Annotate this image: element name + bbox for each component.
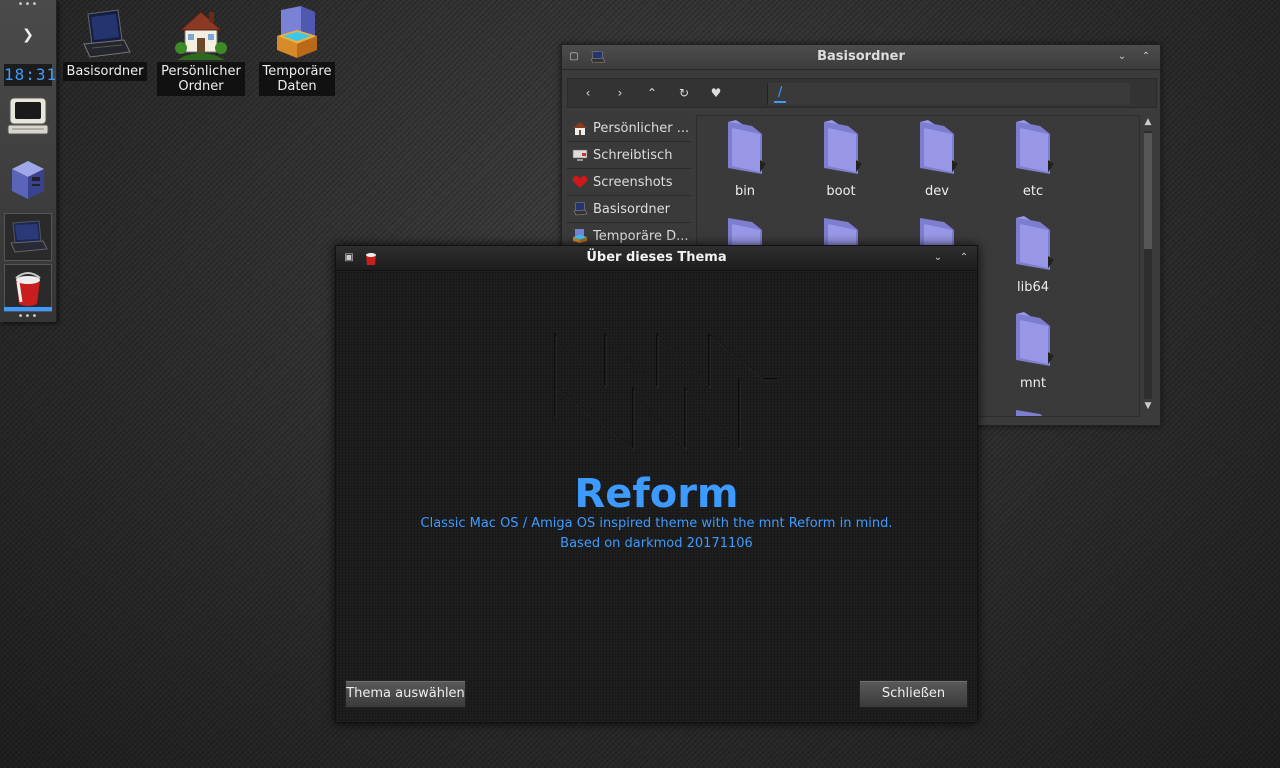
desktop-icon-temporaere-daten[interactable]: Temporäre Daten: [249, 4, 345, 96]
shelf-grip[interactable]: •••: [0, 0, 56, 10]
clock[interactable]: 18:31: [4, 64, 56, 86]
desktop-icon-basisordner[interactable]: Basisordner: [57, 4, 153, 81]
chevron-right-icon: ❯: [22, 27, 34, 43]
desktop-icon-label: Basisordner: [62, 62, 148, 81]
bookmark-button[interactable]: ♥: [700, 79, 732, 107]
theme-description: Classic Mac OS / Amiga OS inspired theme…: [336, 514, 977, 554]
path-segment-root[interactable]: /: [774, 85, 787, 103]
laptop-icon: [10, 220, 48, 253]
sidebar-item-basisordner[interactable]: Basisordner: [567, 196, 691, 223]
scroll-up-button[interactable]: ▲: [1140, 115, 1156, 129]
scroll-thumb[interactable]: [1144, 133, 1152, 249]
file-manager-titlebar[interactable]: ▢ Basisordner ⌄ ⌃: [562, 45, 1160, 70]
mnt-logo: [554, 333, 778, 451]
select-theme-button[interactable]: Thema auswählen: [345, 680, 466, 708]
folder-item[interactable]: bin: [705, 120, 785, 199]
terminal-launcher[interactable]: [4, 92, 52, 140]
theme-based-on: Based on darkmod 20171106: [560, 536, 753, 551]
forward-button[interactable]: ›: [604, 79, 636, 107]
minimize-button[interactable]: ⌄: [1116, 51, 1128, 63]
dock-shelf: ••• ❯ 18:31 •••: [0, 0, 57, 322]
vertical-scrollbar[interactable]: ▲ ▼: [1140, 115, 1156, 415]
computer-cube-icon: [12, 161, 44, 199]
desktop-icon-persoenlicher-ordner[interactable]: Persönlicher Ordner: [153, 4, 249, 96]
about-theme-dialog: ▣ Über dieses Thema ⌄ ⌃ Reform Classic M…: [335, 245, 978, 723]
maximize-button[interactable]: ⌃: [958, 252, 970, 264]
laptop-icon: [571, 201, 589, 217]
folder-icon: [920, 120, 958, 174]
reload-button[interactable]: ↻: [668, 79, 700, 107]
laptop-icon: [83, 9, 131, 58]
scroll-down-button[interactable]: ▼: [1140, 399, 1156, 413]
scroll-track[interactable]: [1144, 131, 1152, 399]
folder-icon: [728, 120, 766, 174]
dialog-title: Über dieses Thema: [586, 250, 727, 265]
terminal-icon: [7, 97, 49, 135]
home-icon: [175, 11, 227, 60]
minimize-button[interactable]: ⌄: [932, 252, 944, 264]
home-icon: [571, 120, 589, 136]
folder-icon: [824, 120, 862, 174]
folder-item[interactable]: [993, 408, 1073, 416]
computer-launcher[interactable]: [4, 156, 52, 204]
theme-launcher[interactable]: [4, 264, 52, 312]
window-title: Basisordner: [817, 49, 905, 64]
shelf-expand-button[interactable]: ❯: [4, 16, 52, 54]
folder-item[interactable]: etc: [993, 120, 1073, 199]
sidebar-item-persoenlicher-ordner[interactable]: Persönlicher ...: [567, 115, 691, 142]
paint-bucket-icon: [15, 272, 41, 306]
sidebar-item-screenshots[interactable]: Screenshots: [567, 169, 691, 196]
folder-item[interactable]: mnt: [993, 312, 1073, 391]
sidebar-item-schreibtisch[interactable]: Schreibtisch: [567, 142, 691, 169]
folder-icon: [1016, 312, 1054, 366]
theme-description-text: Classic Mac OS / Amiga OS inspired theme…: [420, 516, 893, 531]
path-bar[interactable]: /: [767, 83, 1130, 105]
basisordner-launcher[interactable]: [4, 213, 52, 261]
dialog-titlebar[interactable]: ▣ Über dieses Thema ⌄ ⌃: [336, 246, 977, 271]
folder-item[interactable]: lib64: [993, 216, 1073, 295]
back-button[interactable]: ‹: [572, 79, 604, 107]
close-button[interactable]: Schließen: [859, 680, 968, 708]
folder-icon: [1016, 410, 1043, 416]
desktop-icon-label: Temporäre Daten: [258, 62, 336, 96]
theme-name: Reform: [574, 471, 739, 517]
heart-icon: [571, 174, 589, 190]
maximize-button[interactable]: ⌃: [1140, 51, 1152, 63]
folder-icon: [1016, 120, 1054, 174]
folder-icon: [1016, 216, 1054, 270]
shelf-grip-bottom[interactable]: •••: [0, 312, 56, 322]
temp-box-icon: [571, 228, 589, 244]
desktop-icon: [571, 147, 589, 163]
folder-item[interactable]: dev: [897, 120, 977, 199]
temp-box-icon: [277, 6, 317, 58]
navigation-toolbar: ‹ › ⌃ ↻ ♥ /: [567, 78, 1157, 108]
up-button[interactable]: ⌃: [636, 79, 668, 107]
desktop-icon-label: Persönlicher Ordner: [157, 62, 245, 96]
folder-item[interactable]: boot: [801, 120, 881, 199]
